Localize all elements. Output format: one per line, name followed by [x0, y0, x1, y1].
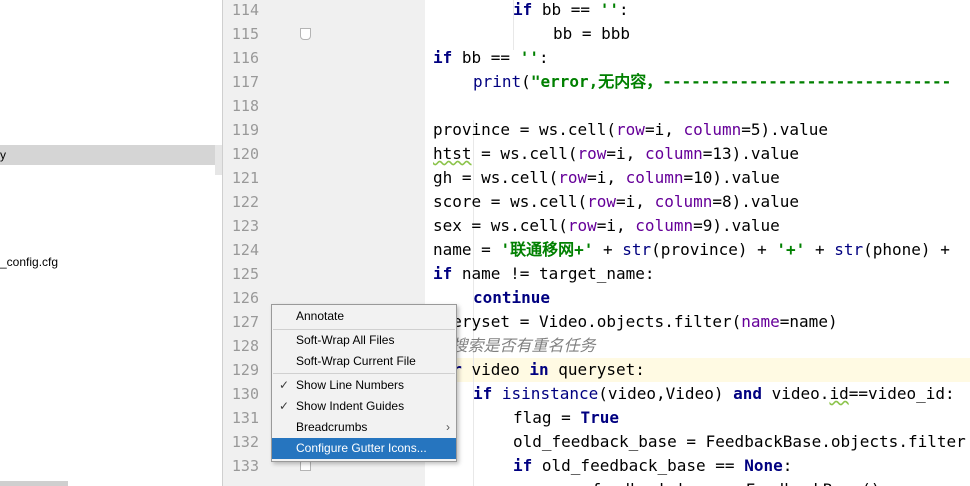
- code-line: if old_feedback_base == None:: [513, 456, 793, 475]
- fold-marker-icon[interactable]: [300, 28, 311, 40]
- chevron-right-icon: ›: [446, 420, 450, 434]
- code-line: queryset = Video.objects.filter(name=nam…: [433, 312, 838, 331]
- line-number: 129: [231, 361, 259, 379]
- menu-item-label: Soft-Wrap Current File: [296, 354, 416, 368]
- tree-item-label: y: [0, 148, 6, 162]
- check-icon: ✓: [279, 399, 290, 413]
- tree-item-label: _config.cfg: [0, 255, 59, 269]
- tree-item-config-file[interactable]: _config.cfg: [0, 252, 58, 272]
- line-number: 122: [231, 193, 259, 211]
- code-line: score = ws.cell(row=i, column=8).value: [433, 192, 800, 211]
- line-number: 117: [231, 73, 259, 91]
- code-line: flag = True: [513, 408, 619, 427]
- menu-separator: [273, 373, 455, 374]
- check-icon: ✓: [279, 378, 290, 392]
- menu-item-annotate[interactable]: Annotate: [272, 306, 456, 327]
- menu-item-breadcrumbs[interactable]: Breadcrumbs ›: [272, 417, 456, 438]
- line-number: 128: [231, 337, 259, 355]
- code-line: if isinstance(video,Video) and video.id=…: [473, 384, 955, 403]
- code-line: name = '联通移网+' + str(province) + '+' + s…: [433, 240, 950, 259]
- line-number: 119: [231, 121, 259, 139]
- line-number: 118: [231, 97, 259, 115]
- line-number: 115: [231, 25, 259, 43]
- line-number: 114: [231, 1, 259, 19]
- code-line: # 搜索是否有重名任务: [433, 336, 596, 355]
- code-line: bb = bbb: [553, 24, 631, 43]
- code-line: htst = ws.cell(row=i, column=13).value: [433, 144, 800, 163]
- line-number: 130: [231, 385, 259, 403]
- line-number: 132: [231, 433, 259, 451]
- menu-item-label: Configure Gutter Icons...: [296, 441, 427, 455]
- code-line: if bb == '':: [513, 0, 629, 19]
- menu-item-show-indent-guides[interactable]: ✓ Show Indent Guides: [272, 396, 456, 417]
- menu-item-soft-wrap-current[interactable]: Soft-Wrap Current File: [272, 351, 456, 372]
- menu-item-configure-gutter-icons[interactable]: Configure Gutter Icons...: [272, 438, 456, 459]
- menu-item-label: Soft-Wrap All Files: [296, 333, 395, 347]
- project-tree-panel: y _config.cfg: [0, 0, 222, 486]
- code-line: sex = ws.cell(row=i, column=9).value: [433, 216, 780, 235]
- line-number: 120: [231, 145, 259, 163]
- code-line: print("error,无内容，-----------------------…: [473, 72, 952, 91]
- line-number: 123: [231, 217, 259, 235]
- line-number: 131: [231, 409, 259, 427]
- line-number: 121: [231, 169, 259, 187]
- tree-item-selected[interactable]: y: [0, 145, 222, 165]
- tree-scroll-thumb[interactable]: [215, 145, 222, 175]
- code-line: gh = ws.cell(row=i, column=10).value: [433, 168, 780, 187]
- line-number: 125: [231, 265, 259, 283]
- code-line: continue: [473, 288, 551, 307]
- code-line: province = ws.cell(row=i, column=5).valu…: [433, 120, 828, 139]
- menu-item-label: Show Indent Guides: [296, 399, 405, 413]
- code-line: old_feedback_base = FeedbackBase.objects…: [513, 432, 966, 451]
- menu-item-show-line-numbers[interactable]: ✓ Show Line Numbers: [272, 375, 456, 396]
- line-number: 124: [231, 241, 259, 259]
- code-line: if bb == '':: [433, 48, 549, 67]
- menu-item-label: Show Line Numbers: [296, 378, 405, 392]
- code-line: if name != target_name:: [433, 264, 655, 283]
- code-editor[interactable]: if bb == '': bb = bbb if bb == '': print…: [425, 0, 970, 486]
- menu-item-label: Annotate: [296, 309, 345, 323]
- menu-item-soft-wrap-all[interactable]: Soft-Wrap All Files: [272, 330, 456, 351]
- code-line: for video in queryset:: [433, 360, 645, 379]
- line-number: 127: [231, 313, 259, 331]
- code-line: feedback_base = FeedbackBase(): [553, 478, 881, 486]
- line-number: 116: [231, 49, 259, 67]
- menu-item-label: Breadcrumbs: [296, 420, 368, 434]
- line-number: 126: [231, 289, 259, 307]
- gutter-context-menu: Annotate Soft-Wrap All Files Soft-Wrap C…: [271, 304, 457, 462]
- tree-horizontal-scrollbar[interactable]: [0, 481, 68, 486]
- line-number: 133: [231, 457, 259, 475]
